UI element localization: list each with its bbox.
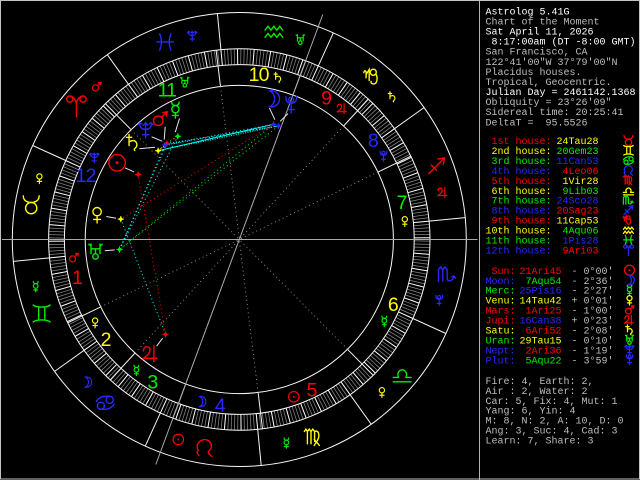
svg-text:2: 2 bbox=[101, 329, 111, 351]
svg-text:9: 9 bbox=[321, 88, 331, 110]
svg-text:4: 4 bbox=[215, 395, 226, 417]
svg-text:9Ari03: 9Ari03 bbox=[557, 245, 599, 257]
svg-text:3: 3 bbox=[147, 372, 157, 394]
svg-text:7: 7 bbox=[397, 192, 407, 214]
svg-text:1: 1 bbox=[72, 267, 82, 289]
svg-text:8: 8 bbox=[368, 130, 378, 152]
svg-text:6: 6 bbox=[388, 294, 398, 316]
svg-text:11: 11 bbox=[158, 80, 177, 102]
svg-text:Plut:: Plut: bbox=[486, 355, 516, 367]
svg-text:- 3°59': - 3°59' bbox=[572, 355, 614, 367]
svg-text:Learn: 7, Share: 3: Learn: 7, Share: 3 bbox=[486, 435, 594, 447]
svg-text:10: 10 bbox=[249, 64, 270, 86]
svg-text:5: 5 bbox=[307, 379, 318, 401]
svg-text:5Aqu22: 5Aqu22 bbox=[520, 356, 562, 367]
svg-text:12: 12 bbox=[76, 165, 96, 187]
svg-text:12th house:: 12th house: bbox=[486, 245, 552, 257]
svg-text:DeltaT = 95.5526: DeltaT = 95.5526 bbox=[486, 117, 588, 129]
